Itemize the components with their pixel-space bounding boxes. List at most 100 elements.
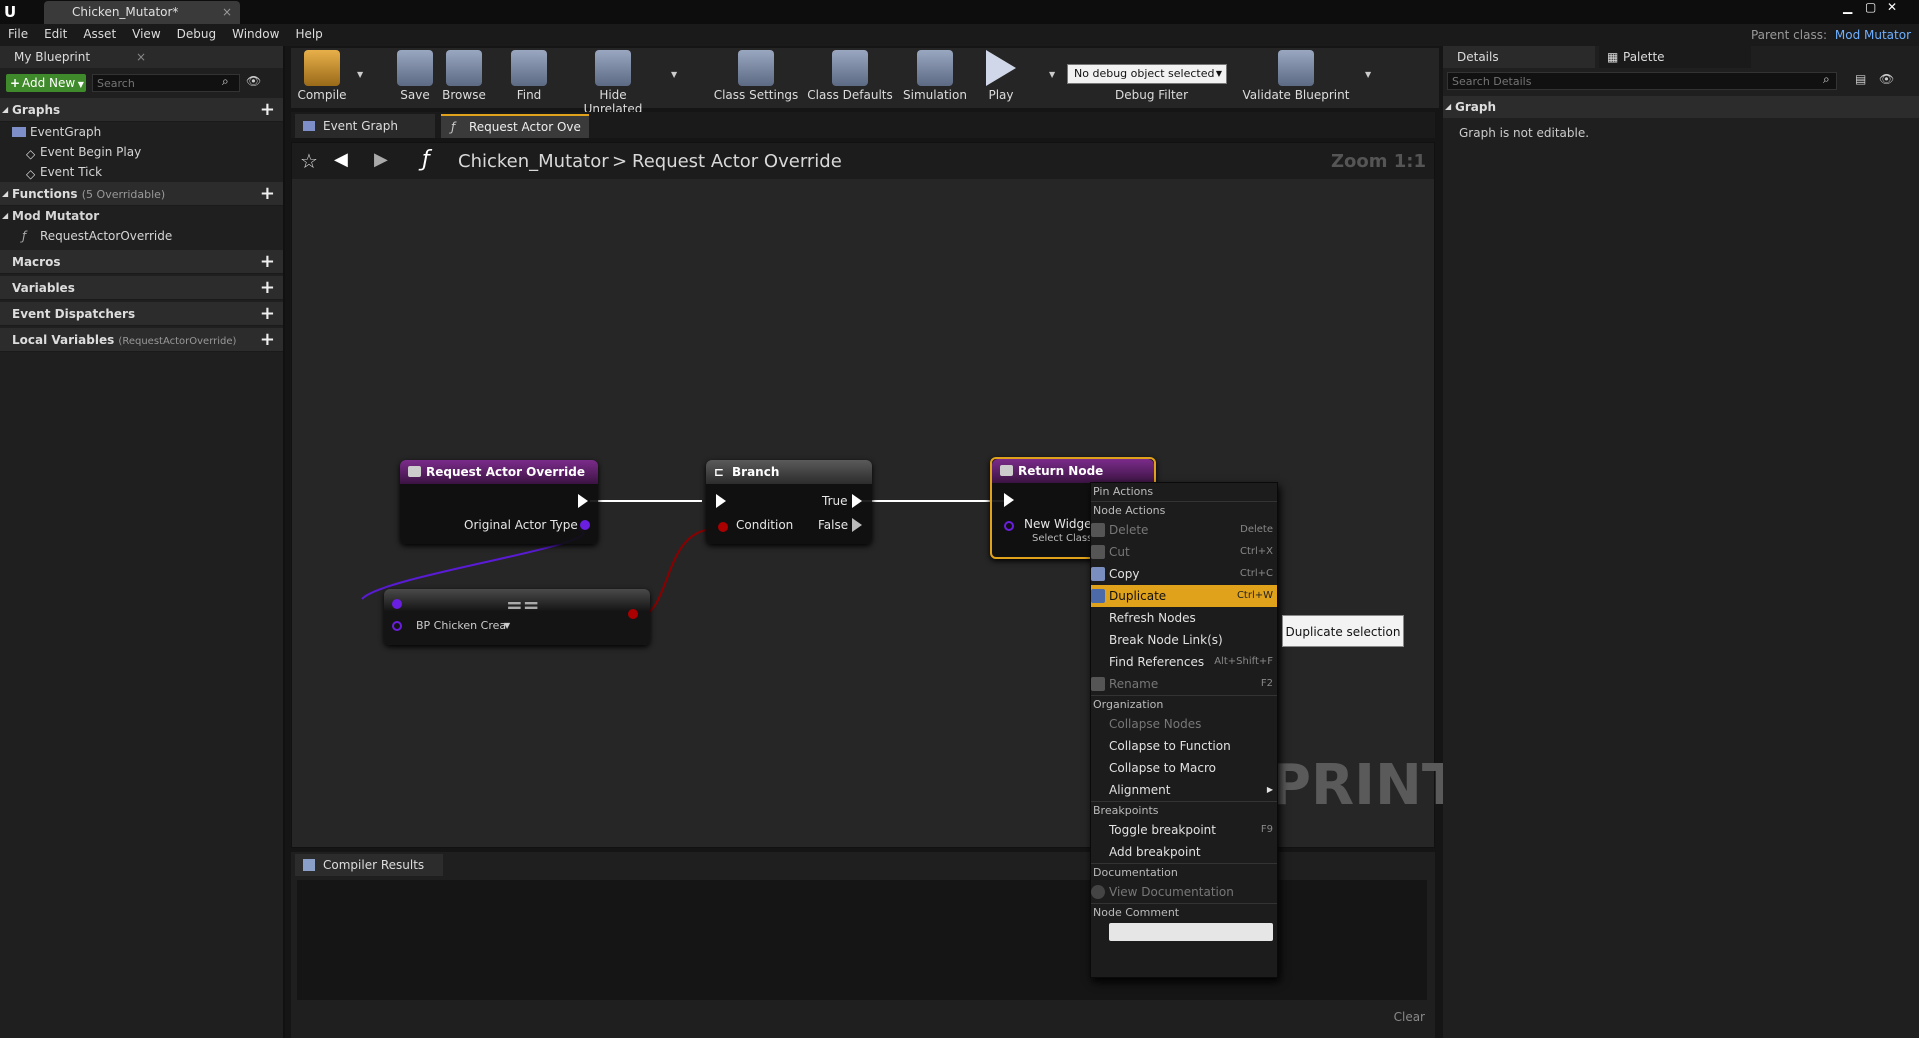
play-options-icon[interactable]: ▼ — [1049, 70, 1055, 79]
class-select-value[interactable]: BP Chicken Crea — [416, 619, 506, 632]
menu-debug[interactable]: Debug — [169, 24, 224, 44]
menu-item-find-references[interactable]: Find References Alt+Shift+F — [1091, 651, 1277, 673]
class-defaults-button[interactable]: Class Defaults — [807, 50, 893, 102]
menu-item-collapse-function[interactable]: Collapse to Function — [1091, 735, 1277, 757]
class-out-pin[interactable] — [580, 520, 590, 530]
graph-item-eventgraph[interactable]: EventGraph — [0, 122, 283, 142]
variables-section[interactable]: Variables + — [0, 276, 283, 300]
maximize-icon[interactable]: ▢ — [1865, 0, 1876, 14]
graph-section-header[interactable]: ◢ Graph — [1443, 96, 1919, 118]
add-macro-icon[interactable]: + — [260, 250, 275, 274]
debug-object-select[interactable]: No debug object selected ▼ — [1067, 64, 1227, 84]
menu-item-copy[interactable]: Copy Ctrl+C — [1091, 563, 1277, 585]
exec-in-pin[interactable] — [716, 494, 726, 508]
minimize-icon[interactable]: ▁ — [1843, 0, 1852, 14]
menu-item-duplicate[interactable]: Duplicate Ctrl+W — [1091, 585, 1277, 607]
add-new-button[interactable]: + Add New ▼ — [6, 74, 86, 92]
close-panel-icon[interactable]: × — [136, 46, 146, 68]
menu-item-view-documentation[interactable]: View Documentation — [1091, 881, 1277, 903]
class-in-pin-a[interactable] — [392, 599, 402, 609]
play-button[interactable]: Play — [981, 50, 1021, 102]
save-button[interactable]: Save — [395, 50, 435, 102]
asset-tab-label: Chicken_Mutator* — [72, 5, 179, 19]
compiler-icon — [303, 859, 315, 871]
node-request-actor-override[interactable]: Request Actor Override Original Actor Ty… — [400, 460, 598, 544]
eye-icon[interactable]: 👁 — [1879, 72, 1894, 86]
menu-item-alignment[interactable]: Alignment ▶ — [1091, 779, 1277, 801]
class-settings-button[interactable]: Class Settings — [713, 50, 799, 102]
details-search-input[interactable] — [1447, 72, 1837, 90]
graph-item-event-tick[interactable]: ◇ Event Tick — [0, 162, 283, 182]
hide-unrelated-options-icon[interactable]: ▼ — [671, 70, 677, 79]
menu-edit[interactable]: Edit — [36, 24, 75, 44]
blueprint-search-input[interactable] — [92, 74, 240, 92]
my-blueprint-tab[interactable]: My Blueprint × — [0, 46, 283, 68]
graph-item-label: EventGraph — [30, 125, 102, 139]
view-options-icon[interactable]: ▤ — [1855, 72, 1866, 86]
close-window-icon[interactable]: ✕ — [1887, 0, 1897, 14]
function-icon: ƒ — [22, 229, 27, 243]
simulation-button[interactable]: Simulation — [901, 50, 969, 102]
node-branch[interactable]: ⊏ Branch True Condition False — [706, 460, 872, 544]
menu-item-cut[interactable]: Cut Ctrl+X — [1091, 541, 1277, 563]
menu-item-collapse-nodes[interactable]: Collapse Nodes — [1091, 713, 1277, 735]
event-dispatchers-section[interactable]: Event Dispatchers + — [0, 302, 283, 326]
menu-header-organization: Organization — [1091, 695, 1277, 713]
validate-blueprint-button[interactable]: Validate Blueprint — [1241, 50, 1351, 102]
tab-request-actor-override[interactable]: ƒ Request Actor Ove — [441, 114, 589, 138]
add-function-icon[interactable]: + — [260, 182, 275, 206]
exec-false-pin[interactable] — [852, 518, 862, 532]
add-dispatcher-icon[interactable]: + — [260, 302, 275, 326]
asset-tab[interactable]: Chicken_Mutator* × — [44, 1, 240, 24]
palette-tab[interactable]: ▦ Palette — [1599, 46, 1751, 68]
validate-options-icon[interactable]: ▼ — [1365, 70, 1371, 79]
exec-out-pin[interactable] — [578, 494, 588, 508]
details-tab[interactable]: Details — [1443, 46, 1595, 68]
menu-item-collapse-macro[interactable]: Collapse to Macro — [1091, 757, 1277, 779]
menu-asset[interactable]: Asset — [75, 24, 124, 44]
parent-class-link[interactable]: Mod Mutator — [1835, 28, 1911, 42]
node-equal[interactable]: == BP Chicken Crea ▼ — [384, 589, 650, 645]
details-panel: Details ▦ Palette ⌕ ▤ 👁 ◢Graph Graph is n… — [1443, 46, 1919, 1038]
menu-item-toggle-breakpoint[interactable]: Toggle breakpoint F9 — [1091, 819, 1277, 841]
hide-unrelated-button[interactable]: Hide Unrelated — [571, 50, 655, 116]
clear-button[interactable]: Clear — [1394, 1010, 1425, 1024]
eye-icon[interactable]: 👁 — [246, 74, 261, 88]
bool-out-pin[interactable] — [628, 609, 638, 619]
menu-window[interactable]: Window — [224, 24, 287, 44]
exec-in-pin[interactable] — [1004, 493, 1014, 507]
menu-file[interactable]: File — [0, 24, 36, 44]
close-tab-icon[interactable]: × — [222, 1, 232, 23]
tab-event-graph[interactable]: Event Graph — [295, 114, 435, 138]
menu-item-rename[interactable]: Rename F2 — [1091, 673, 1277, 695]
add-graph-icon[interactable]: + — [260, 98, 275, 122]
compiler-results-tab[interactable]: Compiler Results — [295, 854, 443, 876]
node-comment-input[interactable] — [1109, 923, 1273, 941]
widget-class-pin[interactable] — [1004, 521, 1014, 531]
condition-pin[interactable] — [718, 522, 728, 532]
add-local-variable-icon[interactable]: + — [260, 328, 275, 352]
graphs-section[interactable]: ◢ Graphs + — [0, 98, 283, 122]
graph-item-label: Event Begin Play — [40, 145, 142, 159]
menu-view[interactable]: View — [124, 24, 168, 44]
macros-section[interactable]: Macros + — [0, 250, 283, 274]
compile-button[interactable]: Compile — [297, 50, 347, 102]
add-variable-icon[interactable]: + — [260, 276, 275, 300]
class-in-pin-b[interactable] — [392, 621, 402, 631]
select-class-dropdown[interactable]: Select Class — [1032, 533, 1092, 544]
local-variables-section[interactable]: Local Variables (RequestActorOverride) + — [0, 328, 283, 352]
graph-item-event-begin-play[interactable]: ◇ Event Begin Play — [0, 142, 283, 162]
menu-item-refresh-nodes[interactable]: Refresh Nodes — [1091, 607, 1277, 629]
menu-item-break-links[interactable]: Break Node Link(s) — [1091, 629, 1277, 651]
menu-help[interactable]: Help — [287, 24, 330, 44]
find-button[interactable]: Find — [509, 50, 549, 102]
mod-mutator-category[interactable]: ◢ Mod Mutator — [0, 206, 283, 226]
browse-button[interactable]: Browse — [441, 50, 487, 102]
menu-header-documentation: Documentation — [1091, 863, 1277, 881]
menu-item-delete[interactable]: Delete Delete — [1091, 519, 1277, 541]
compile-options-icon[interactable]: ▼ — [357, 70, 363, 79]
menu-item-add-breakpoint[interactable]: Add breakpoint — [1091, 841, 1277, 863]
exec-true-pin[interactable] — [852, 494, 862, 508]
functions-section[interactable]: ◢ Functions (5 Overridable) + — [0, 182, 283, 206]
function-item-requestactoroverride[interactable]: ƒ RequestActorOverride — [0, 226, 283, 246]
